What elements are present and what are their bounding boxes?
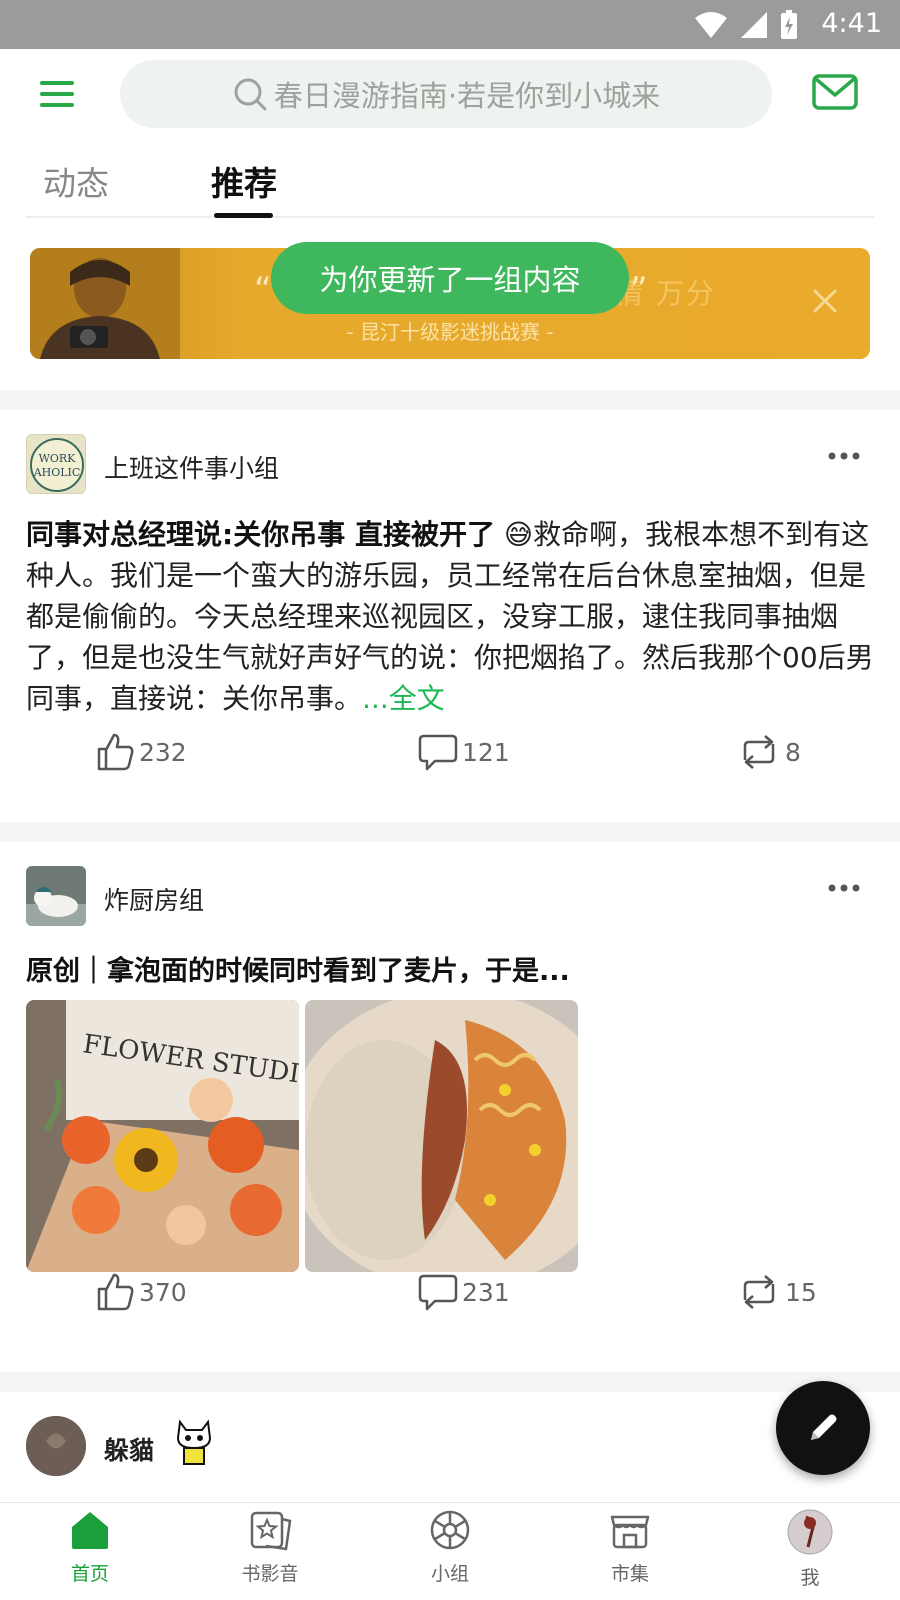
comment-count: 231	[462, 1277, 510, 1307]
feed-post[interactable]: WORK AHOLIC 上班这件事小组 同事对总经理说:关你吊事 直接被开了 😅…	[0, 410, 900, 822]
home-icon	[72, 1512, 108, 1549]
status-icons	[694, 10, 798, 40]
read-more-link[interactable]: ...全文	[362, 682, 445, 715]
like-button[interactable]: 370	[95, 1272, 187, 1312]
nav-label: 小组	[430, 1563, 469, 1585]
comment-count: 121	[462, 737, 510, 767]
user-avatar[interactable]	[26, 1416, 86, 1476]
thumbs-up-icon	[97, 733, 134, 771]
banner-quote-open: “	[254, 270, 272, 310]
more-options-icon[interactable]	[828, 883, 860, 893]
nav-market[interactable]: 市集	[570, 1509, 690, 1586]
comment-button[interactable]: 231	[418, 1272, 510, 1312]
post-content[interactable]: 同事对总经理说:关你吊事 直接被开了 😅救命啊，我根本想不到有这种人。我们是一个…	[26, 514, 876, 719]
tab-recommend[interactable]: 推荐	[211, 157, 277, 205]
tab-dynamic[interactable]: 动态	[43, 157, 109, 205]
post-actions: 232 121 8	[0, 732, 900, 782]
user-avatar-image	[26, 1416, 86, 1476]
nav-books-movies-music[interactable]: 书影音	[210, 1509, 330, 1586]
section-divider	[0, 390, 900, 410]
film-icon	[250, 1511, 292, 1551]
repost-count: 8	[785, 737, 801, 767]
comment-icon	[418, 734, 458, 771]
noodle-bowl-image	[305, 1000, 578, 1272]
top-bar: 春日漫游指南·若是你到小城来	[0, 49, 900, 139]
nav-label: 书影音	[241, 1563, 299, 1585]
nav-groups[interactable]: 小组	[390, 1509, 510, 1586]
svg-text:AHOLIC: AHOLIC	[33, 466, 81, 479]
battery-icon	[781, 10, 797, 39]
flowers-image: FLOWER STUDIO	[26, 1000, 299, 1272]
group-avatar[interactable]	[26, 866, 86, 926]
repost-count: 15	[785, 1277, 817, 1307]
more-options-icon[interactable]	[828, 451, 860, 461]
signal-icon	[741, 12, 767, 38]
banner-subtitle: - 昆汀十级影迷挑战赛 -	[346, 320, 554, 344]
post-image-flowers[interactable]: FLOWER STUDIO	[26, 1000, 299, 1272]
group-name[interactable]: 上班这件事小组	[104, 449, 279, 485]
banner-quote-close: ”	[630, 270, 648, 310]
repost-button[interactable]: 15	[737, 1272, 817, 1312]
feed-post[interactable]: 炸厨房组 原创｜拿泡面的时候同时看到了麦片，于是... FLOWER STUDI…	[0, 842, 900, 1372]
cat-avatar-image	[26, 866, 86, 926]
post-image-noodles[interactable]	[305, 1000, 578, 1272]
status-bar: 4:41	[0, 0, 900, 49]
bottom-nav: 首页 书影音 小组 市集 我	[0, 1502, 900, 1600]
like-count: 370	[139, 1277, 187, 1307]
workaholic-logo: WORK AHOLIC	[30, 438, 84, 492]
svg-text:WORK: WORK	[39, 452, 77, 465]
group-icon	[430, 1510, 470, 1550]
close-icon[interactable]	[812, 288, 838, 314]
comment-icon	[418, 1274, 458, 1311]
user-name[interactable]: 躲貓	[104, 1431, 154, 1467]
search-icon	[234, 78, 267, 111]
feed-post[interactable]: 躲貓	[0, 1392, 900, 1502]
messages-button[interactable]	[812, 73, 858, 111]
post-emoji: 😅	[503, 518, 534, 551]
post-actions: 370 231 15	[0, 1272, 900, 1322]
repost-button[interactable]: 8	[737, 732, 801, 772]
nav-label: 我	[800, 1567, 820, 1589]
post-title: 同事对总经理说:关你吊事 直接被开了	[26, 518, 495, 551]
menu-button[interactable]	[38, 77, 78, 111]
post-title[interactable]: 原创｜拿泡面的时候同时看到了麦片，于是...	[26, 949, 570, 988]
compose-button[interactable]	[776, 1381, 870, 1475]
group-avatar[interactable]: WORK AHOLIC	[26, 434, 86, 494]
search-input[interactable]: 春日漫游指南·若是你到小城来	[120, 60, 772, 128]
nav-label: 首页	[70, 1563, 109, 1585]
menu-icon	[40, 81, 74, 107]
group-name[interactable]: 炸厨房组	[104, 881, 204, 917]
nav-label: 市集	[610, 1563, 649, 1585]
repost-icon	[743, 735, 775, 769]
status-time: 4:41	[821, 8, 882, 39]
section-divider	[0, 822, 900, 842]
section-divider	[0, 1372, 900, 1392]
like-button[interactable]: 232	[95, 732, 187, 772]
comment-button[interactable]: 121	[418, 732, 510, 772]
like-count: 232	[139, 737, 187, 767]
nav-home[interactable]: 首页	[30, 1509, 150, 1586]
cat-sticker-icon	[176, 1419, 212, 1465]
wifi-icon	[695, 12, 727, 38]
search-placeholder: 春日漫游指南·若是你到小城来	[273, 79, 661, 113]
profile-icon	[787, 1509, 833, 1555]
store-icon	[610, 1515, 650, 1549]
nav-profile[interactable]: 我	[750, 1509, 870, 1590]
feed-tabs: 动态 推荐	[26, 139, 874, 218]
mail-icon	[812, 74, 858, 110]
thumbs-up-icon	[97, 1273, 134, 1311]
repost-icon	[743, 1275, 775, 1309]
refresh-toast: 为你更新了一组内容	[271, 242, 629, 314]
active-tab-indicator	[214, 213, 273, 218]
pencil-icon	[811, 1414, 837, 1440]
